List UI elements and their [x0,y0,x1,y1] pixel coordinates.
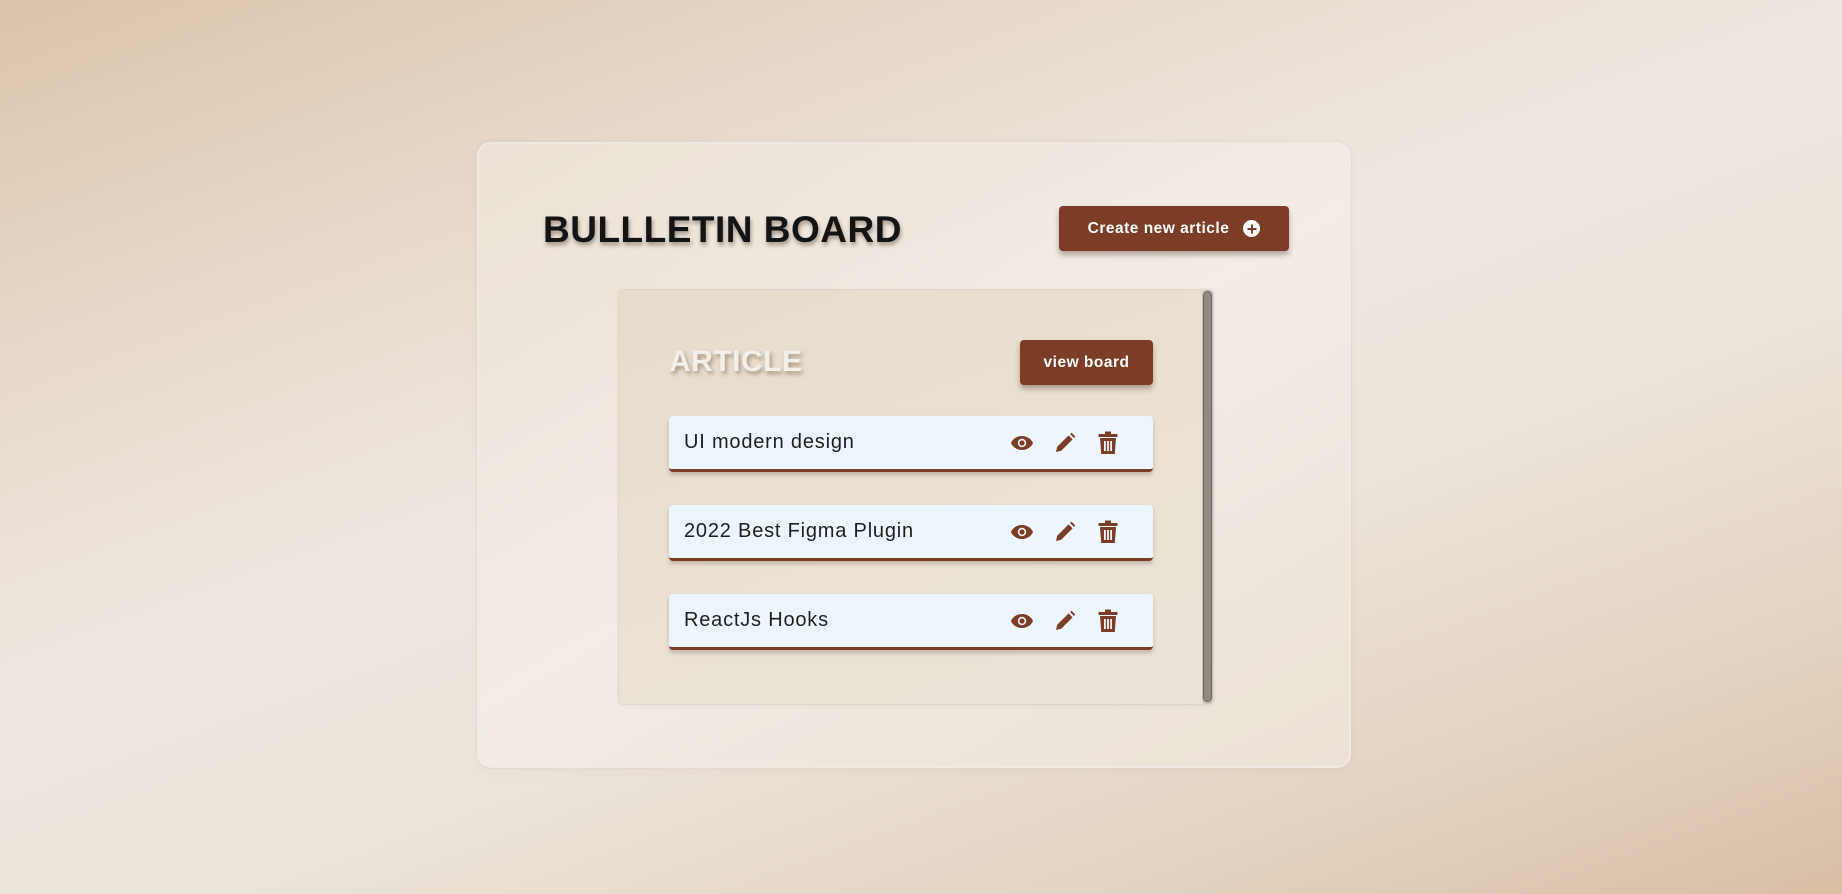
pencil-icon[interactable] [1052,430,1077,455]
eye-icon[interactable] [1009,519,1034,544]
pencil-icon[interactable] [1052,608,1077,633]
article-actions [1009,519,1120,544]
scrollbar-thumb[interactable] [1203,291,1212,702]
article-list: UI modern design 2022 Best Figma Plugin [669,416,1153,683]
article-section-title: ARTICLE [669,345,803,378]
article-actions [1009,430,1120,455]
trash-icon[interactable] [1095,430,1120,455]
trash-icon[interactable] [1095,608,1120,633]
plus-circle-icon [1243,220,1261,237]
create-article-button-label: Create new article [1087,219,1230,237]
article-row: ReactJs Hooks [669,594,1153,650]
article-panel-scrollbar[interactable] [1202,290,1213,704]
article-row: 2022 Best Figma Plugin [669,505,1153,561]
pencil-icon[interactable] [1052,519,1077,544]
article-panel: ARTICLE view board UI modern design 2022… [619,290,1213,704]
page-title: BULLLETIN BOARD [543,209,902,250]
article-title: UI modern design [684,431,855,453]
article-actions [1009,608,1120,633]
article-title: 2022 Best Figma Plugin [684,520,914,542]
view-board-button[interactable]: view board [1020,340,1153,385]
eye-icon[interactable] [1009,430,1034,455]
article-title: ReactJs Hooks [684,609,829,631]
view-board-button-label: view board [1043,353,1130,371]
trash-icon[interactable] [1095,519,1120,544]
create-article-button[interactable]: Create new article [1059,206,1289,251]
bulletin-board-card: BULLLETIN BOARD Create new article ARTIC… [477,142,1351,768]
eye-icon[interactable] [1009,608,1034,633]
article-row: UI modern design [669,416,1153,472]
